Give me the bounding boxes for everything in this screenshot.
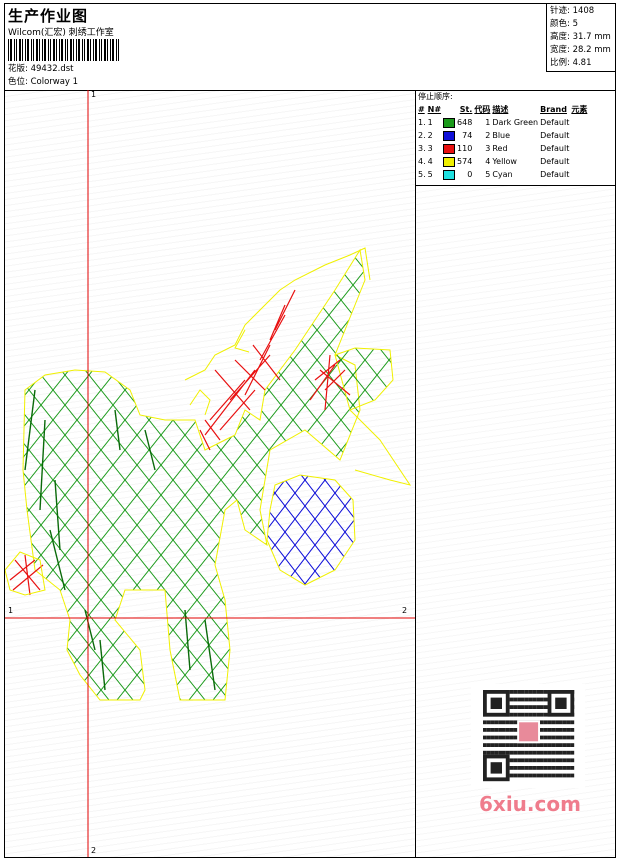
qr-code	[471, 684, 585, 788]
col-code: 代码	[474, 105, 491, 114]
row-brand: Default	[540, 144, 570, 153]
row-needle: 1	[427, 118, 433, 127]
row-element	[570, 142, 588, 155]
row-description: Blue	[492, 131, 511, 140]
row-swatch	[442, 129, 456, 142]
row-description: Red	[492, 144, 508, 153]
row-description: Cyan	[492, 170, 513, 179]
row-index: 1.	[418, 118, 426, 127]
row-swatch	[442, 116, 456, 129]
design-value: 49432.dst	[30, 64, 74, 74]
col-description: 描述	[492, 105, 509, 114]
x-axis-end-label: 2	[402, 606, 408, 615]
row-needle: 5	[427, 170, 433, 179]
table-row: 1. 1 648 1 Dark Green Default	[417, 116, 588, 129]
row-stitches: 110	[457, 144, 473, 153]
row-brand: Default	[540, 157, 570, 166]
studio-subtitle: Wilcom(汇宏) 刺绣工作室	[8, 28, 114, 38]
row-needle: 4	[427, 157, 433, 166]
x-axis-start-label: 1	[8, 606, 14, 615]
row-index: 3.	[418, 144, 426, 153]
blue-fill-region	[266, 474, 356, 586]
color-swatch	[443, 130, 456, 141]
table-header-row: # N# St. 代码 描述 Brand 元素	[417, 103, 588, 116]
y-axis-end-label: 2	[91, 846, 97, 855]
spec-stitches: 针迹: 1408	[550, 6, 595, 16]
col-index: #	[418, 105, 425, 114]
green-fill-region	[22, 248, 394, 701]
color-swatch	[443, 156, 456, 167]
row-needle: 2	[427, 131, 433, 140]
stop-sequence-table: # N# St. 代码 描述 Brand 元素 1. 1 648 1 Dark Gree…	[417, 103, 588, 181]
table-row: 4. 4 574 4 Yellow Default	[417, 155, 588, 168]
row-element	[570, 116, 588, 129]
row-stitches: 74	[462, 131, 473, 140]
spec-scale: 比例: 4.81	[550, 58, 592, 68]
spec-width: 宽度: 28.2 mm	[550, 45, 611, 55]
production-sheet: 生产作业图 Wilcom(汇宏) 刺绣工作室 花版: 49432.dst 色位:…	[4, 3, 616, 858]
row-description: Yellow	[492, 157, 517, 166]
design-label: 花版:	[8, 64, 28, 74]
colorway-line: 色位: Colorway 1	[8, 75, 78, 87]
color-swatch	[443, 169, 456, 180]
colorway-label: 色位:	[8, 77, 28, 87]
row-code: 1	[485, 118, 491, 127]
spec-height: 高度: 31.7 mm	[550, 32, 611, 42]
row-swatch	[442, 168, 456, 181]
row-index: 4.	[418, 157, 426, 166]
page-title: 生产作业图	[8, 7, 89, 25]
stop-sequence-panel: 停止顺序: # N# St. 代码 描述 Brand 元素 1. 1 648 1 Dar…	[416, 90, 615, 186]
design-specs: 针迹: 1408 颜色: 5 高度: 31.7 mm 宽度: 28.2 mm 比…	[546, 4, 615, 72]
embroidery-preview	[5, 90, 415, 857]
col-needle: N#	[427, 105, 442, 114]
row-stitches: 574	[457, 157, 473, 166]
row-needle: 3	[427, 144, 433, 153]
row-element	[570, 129, 588, 142]
row-description: Dark Green	[492, 118, 539, 127]
spec-colors: 颜色: 5	[550, 19, 578, 29]
row-code: 5	[485, 170, 491, 179]
col-element: 元素	[571, 105, 588, 114]
row-code: 4	[485, 157, 491, 166]
col-brand: Brand	[540, 105, 567, 114]
table-row: 3. 3 110 3 Red Default	[417, 142, 588, 155]
row-index: 2.	[418, 131, 426, 140]
row-element	[570, 155, 588, 168]
col-swatch	[442, 103, 456, 116]
row-index: 5.	[418, 170, 426, 179]
row-swatch	[442, 142, 456, 155]
col-stitches: St.	[459, 105, 473, 114]
table-row: 2. 2 74 2 Blue Default	[417, 129, 588, 142]
stop-sequence-title: 停止顺序:	[418, 92, 453, 101]
row-code: 3	[485, 144, 491, 153]
y-axis-start-label: 1	[91, 90, 97, 99]
row-swatch	[442, 155, 456, 168]
color-swatch	[443, 117, 456, 128]
row-brand: Default	[540, 170, 570, 179]
design-canvas: 1 2 1 2	[5, 90, 416, 857]
row-code: 2	[485, 131, 491, 140]
table-row: 5. 5 0 5 Cyan Default	[417, 168, 588, 181]
row-brand: Default	[540, 118, 570, 127]
row-stitches: 648	[457, 118, 473, 127]
row-brand: Default	[540, 131, 570, 140]
color-swatch	[443, 143, 456, 154]
row-element	[570, 168, 588, 181]
design-file-line: 花版: 49432.dst	[8, 62, 73, 74]
sheet-header: 生产作业图 Wilcom(汇宏) 刺绣工作室 花版: 49432.dst 色位:…	[5, 4, 615, 91]
barcode	[8, 39, 119, 61]
colorway-value: Colorway 1	[30, 77, 79, 87]
watermark: 6xiu.com	[479, 792, 581, 816]
row-stitches: 0	[467, 170, 473, 179]
